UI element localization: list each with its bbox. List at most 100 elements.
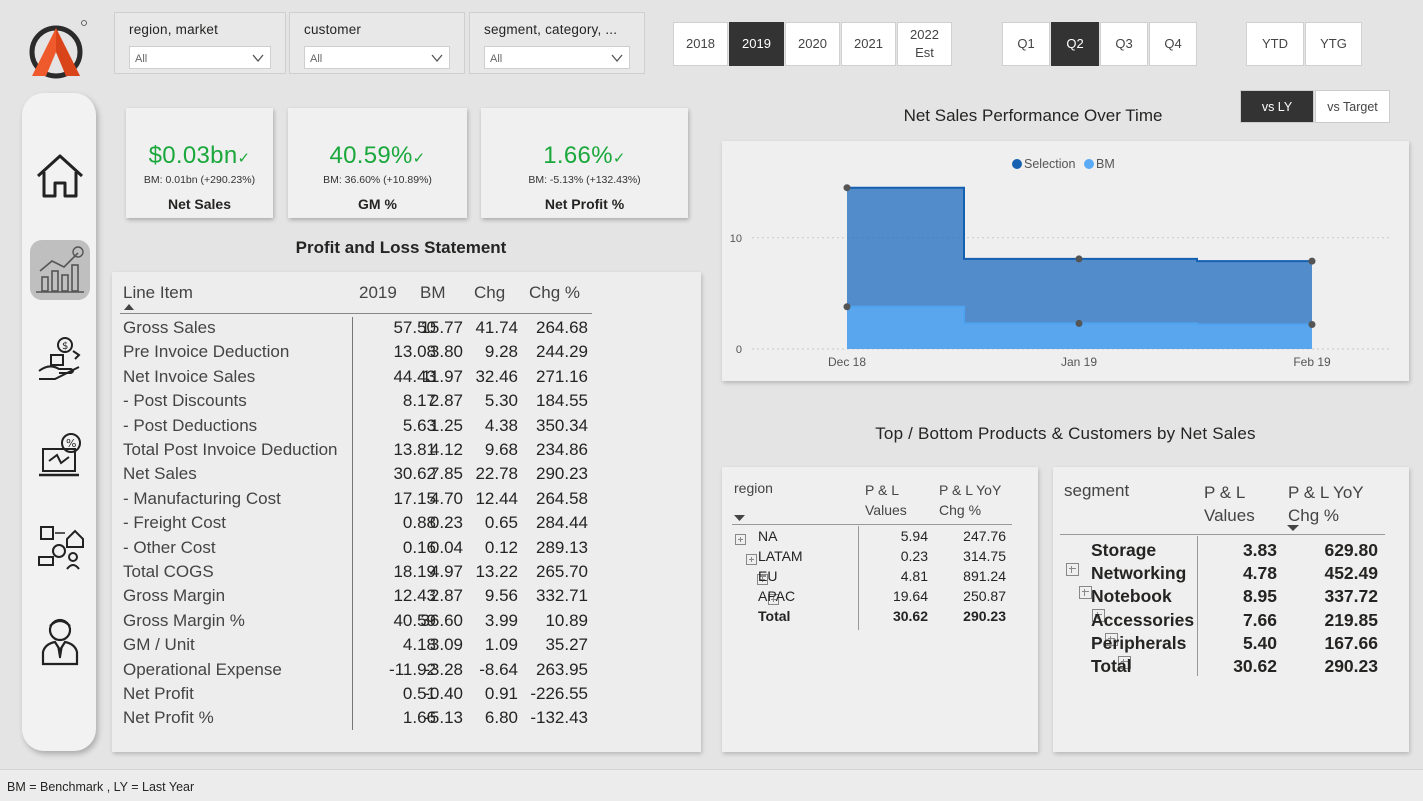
segment-category-dropdown[interactable]: All	[484, 46, 630, 69]
segment-cell: 337.72	[1324, 586, 1378, 607]
x-tick-label: Jan 19	[1061, 355, 1097, 369]
region-cell: 891.24	[963, 568, 1006, 584]
region-values-header[interactable]: P & L Values	[865, 480, 910, 520]
dropdown-value: All	[135, 53, 148, 65]
pl-header-line-item[interactable]: Line Item	[123, 283, 193, 303]
pl-row-label: Operational Expense	[123, 659, 282, 679]
pl-row-label: GM / Unit	[123, 635, 195, 655]
quarter-button-q1[interactable]: Q1	[1002, 22, 1050, 66]
pl-header-chg[interactable]: Chg	[474, 283, 505, 303]
segment-cell: 167.66	[1324, 632, 1378, 653]
pl-cell: 263.95	[536, 659, 588, 679]
pl-header-year[interactable]: 2019	[359, 283, 397, 303]
sidebar-item-marketing[interactable]: %	[30, 426, 90, 486]
segment-cell: 4.78	[1242, 563, 1277, 584]
quarter-button-q2[interactable]: Q2	[1051, 22, 1099, 66]
pl-cell: -226.55	[530, 684, 588, 703]
discount-laptop-icon: %	[39, 433, 81, 477]
year-button-2021[interactable]: 2021	[841, 22, 896, 66]
region-row-label[interactable]: EU	[758, 568, 848, 584]
region-row-label[interactable]: Total	[758, 608, 848, 624]
pl-row-label: - Manufacturing Cost	[123, 488, 281, 508]
segment-values-header[interactable]: P & L Values	[1204, 481, 1264, 527]
ytg-button[interactable]: YTG	[1305, 22, 1362, 66]
data-point	[1075, 255, 1083, 263]
expand-plus-icon[interactable]	[746, 554, 757, 565]
pl-cell: 289.13	[536, 537, 588, 557]
pl-title: Profit and Loss Statement	[295, 238, 507, 257]
kpi-card-gm-percent: 40.59%✓ BM: 36.60% (+10.89%) GM %	[288, 108, 467, 218]
quarter-button-q4[interactable]: Q4	[1149, 22, 1197, 66]
button-label: 2020	[798, 36, 827, 51]
sidebar-item-executive[interactable]	[30, 610, 90, 670]
segment-yoy-header[interactable]: P & L YoY Chg %	[1288, 481, 1378, 527]
sort-down-icon[interactable]	[1287, 525, 1299, 532]
region-row-label[interactable]: NA	[758, 528, 848, 544]
pl-row-label: Net Profit	[123, 684, 194, 703]
pl-row-label: - Post Deductions	[123, 415, 258, 435]
sort-down-icon[interactable]	[734, 515, 745, 522]
toggle-label: vs LY	[1261, 99, 1293, 114]
segment-row-label[interactable]: Networking	[1091, 563, 1201, 584]
filter-region-market[interactable]: region, market All	[114, 12, 286, 74]
year-button-2019[interactable]: 2019	[729, 22, 784, 66]
pl-header-bm[interactable]: BM	[420, 283, 446, 303]
customer-dropdown[interactable]: All	[304, 46, 450, 69]
year-button-2022-est[interactable]: 2022 Est	[897, 22, 952, 66]
button-label: Q2	[1066, 36, 1084, 51]
pl-row-label: Gross Sales	[123, 318, 216, 337]
data-point	[843, 303, 851, 311]
year-button-2018[interactable]: 2018	[673, 22, 728, 66]
pl-row-label: Total Post Invoice Deduction	[123, 440, 338, 459]
segment-row-label[interactable]: Notebook	[1091, 586, 1201, 607]
region-row-label[interactable]: LATAM	[758, 548, 848, 564]
sidebar-item-sales[interactable]: $	[30, 330, 90, 390]
sidebar-item-supply-chain[interactable]	[30, 518, 90, 578]
pl-cell: 271.16	[536, 366, 588, 386]
segment-cell: 290.23	[1324, 656, 1378, 676]
filter-segment-category[interactable]: segment, category, ... All	[469, 12, 645, 74]
region-cell: 314.75	[963, 548, 1006, 564]
pl-row-label: Gross Margin %	[123, 610, 245, 630]
region-row-label[interactable]: APAC	[758, 588, 848, 604]
data-point	[1075, 319, 1083, 327]
region-market-dropdown[interactable]: All	[129, 46, 271, 69]
money-hand-icon: $	[38, 337, 81, 380]
pl-cell: 22.78	[475, 464, 518, 484]
pl-cell: 41.74	[475, 318, 518, 337]
pl-header-chg-pct[interactable]: Chg %	[529, 283, 580, 303]
kpi-title: Net Profit %	[544, 196, 625, 212]
segment-header[interactable]: segment	[1064, 481, 1129, 501]
net-sales-chart: 0 10 Dec 18 Jan 19 Feb 19 Selection BM	[722, 141, 1409, 381]
filter-customer[interactable]: customer All	[289, 12, 465, 74]
vs-ly-toggle[interactable]: vs LY	[1240, 90, 1314, 123]
segment-cell: 3.83	[1242, 540, 1277, 560]
sort-up-icon[interactable]	[124, 304, 134, 311]
expand-plus-icon[interactable]	[1066, 563, 1079, 576]
pl-cell: 264.58	[536, 488, 588, 508]
chevron-down-icon	[252, 54, 264, 63]
pl-cell: 332.71	[536, 586, 588, 606]
vs-target-toggle[interactable]: vs Target	[1315, 90, 1390, 123]
expand-plus-icon[interactable]	[735, 534, 746, 545]
year-button-2020[interactable]: 2020	[785, 22, 840, 66]
segment-cell: 629.80	[1324, 540, 1378, 560]
segment-row-label[interactable]: Total	[1091, 656, 1201, 677]
quarter-button-q3[interactable]: Q3	[1100, 22, 1148, 66]
button-label: 2018	[686, 36, 715, 51]
ytd-button[interactable]: YTD	[1246, 22, 1304, 66]
segment-row-label[interactable]: Storage	[1091, 540, 1201, 561]
header-divider	[1060, 534, 1385, 535]
region-cell: 290.23	[963, 608, 1006, 624]
segment-row-label[interactable]: Peripherals	[1091, 633, 1201, 654]
segment-row-label[interactable]: Accessories	[1091, 610, 1201, 631]
region-yoy-header[interactable]: P & L YoY Chg %	[939, 480, 1009, 520]
sidebar-item-finance[interactable]	[30, 240, 90, 300]
sidebar-item-home[interactable]	[30, 146, 90, 206]
toggle-label: vs Target	[1327, 99, 1378, 114]
top-bottom-title: Top / Bottom Products & Customers by Net…	[875, 424, 1256, 443]
region-header[interactable]: region	[734, 480, 773, 496]
dropdown-value: All	[490, 53, 503, 65]
pl-cell: 350.34	[536, 415, 588, 435]
segment-cell: 5.40	[1242, 632, 1277, 653]
